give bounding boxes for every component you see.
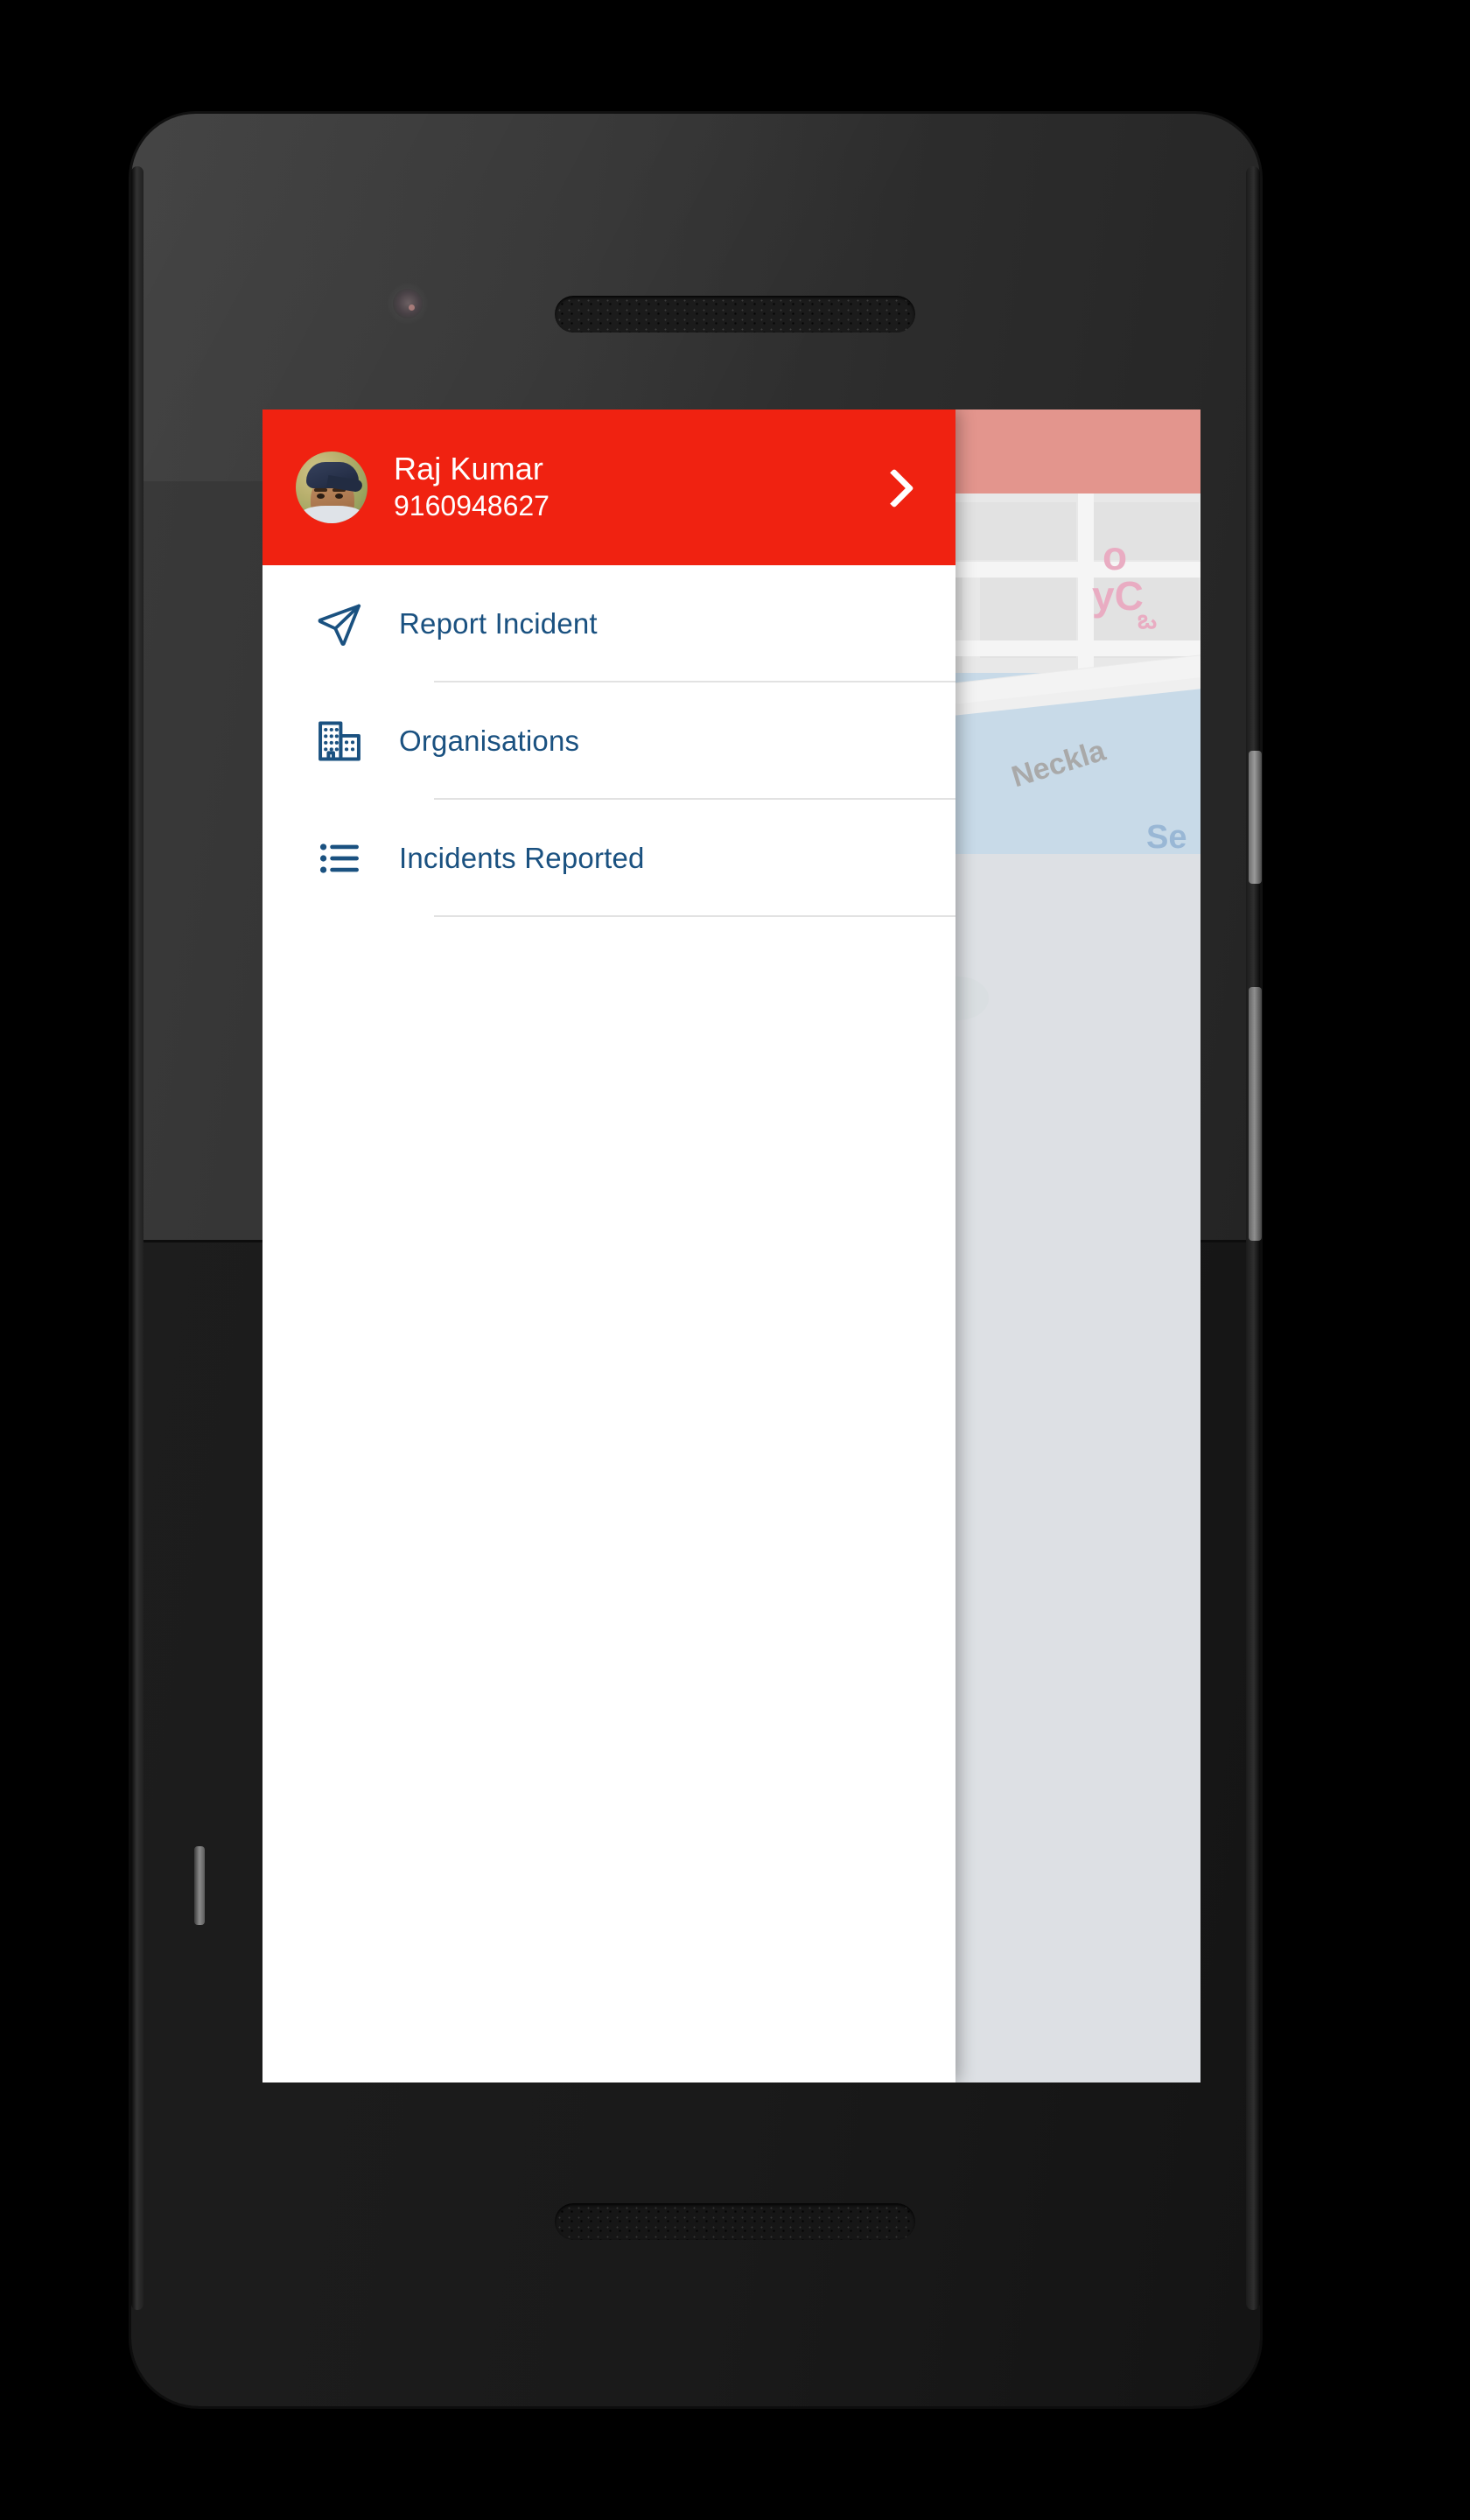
drawer-profile-header[interactable]: Raj Kumar 9160948627	[262, 410, 956, 565]
profile-name: Raj Kumar	[394, 451, 543, 487]
phone-left-edge	[131, 166, 144, 2310]
profile-phone: 9160948627	[394, 489, 550, 522]
avatar-eye	[317, 494, 325, 499]
avatar[interactable]	[296, 452, 368, 523]
screenshot-stage: M F o yC ఒ Neckla Se	[0, 0, 1470, 2520]
front-camera-icon	[393, 289, 423, 318]
map-label-yc: yC	[1092, 573, 1144, 619]
list-bullets-icon	[298, 834, 382, 883]
avatar-brow	[314, 488, 327, 492]
chevron-right-icon[interactable]	[872, 467, 912, 508]
menu-item-report-incident[interactable]: Report Incident	[262, 565, 956, 682]
menu-item-organisations[interactable]: Organisations	[262, 682, 956, 800]
avatar-shirt	[301, 506, 362, 523]
navigation-drawer: Raj Kumar 9160948627 Report Incident Org…	[262, 410, 956, 2082]
menu-item-label: Report Incident	[399, 607, 598, 640]
drawer-empty-space	[262, 917, 956, 2082]
map-label-se: Se	[1146, 819, 1187, 854]
menu-item-label: Organisations	[399, 724, 580, 757]
earpiece-speaker	[555, 296, 915, 332]
volume-rocker-button[interactable]	[1249, 987, 1262, 1241]
map-label-telugu: ఒ	[1138, 606, 1157, 634]
profile-text-group: Raj Kumar 9160948627	[394, 452, 872, 522]
send-paper-plane-icon	[298, 599, 382, 648]
menu-item-label: Incidents Reported	[399, 842, 645, 874]
building-office-icon	[298, 717, 382, 766]
list-divider	[434, 915, 956, 917]
phone-screen: M F o yC ఒ Neckla Se	[262, 410, 1200, 2082]
power-button[interactable]	[1249, 751, 1262, 884]
left-side-button[interactable]	[194, 1846, 205, 1925]
drawer-menu-list: Report Incident Organisations Incidents …	[262, 565, 956, 917]
avatar-eye	[335, 494, 343, 499]
map-block	[954, 502, 1076, 560]
menu-item-incidents-reported[interactable]: Incidents Reported	[262, 800, 956, 917]
bottom-speaker	[555, 2203, 915, 2240]
